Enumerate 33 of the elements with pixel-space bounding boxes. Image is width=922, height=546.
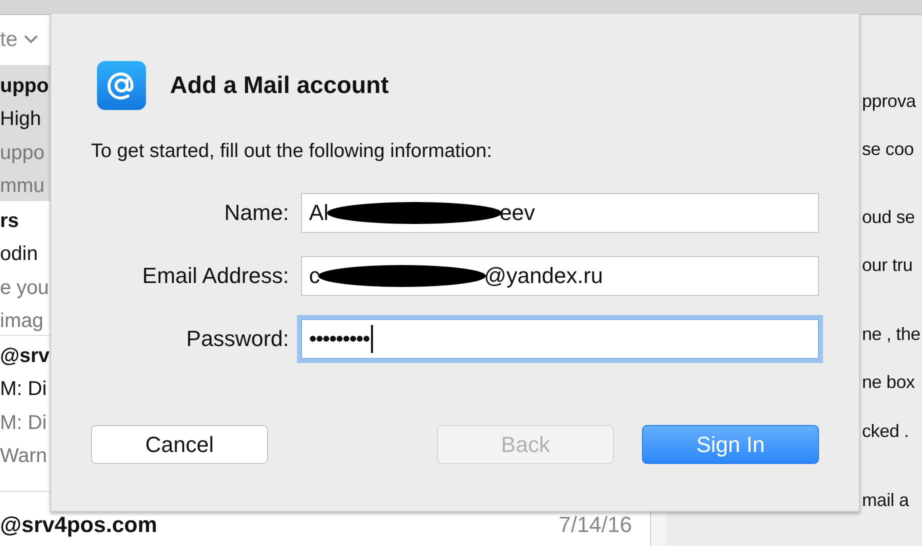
message-body-text: ne , the xyxy=(862,323,920,346)
message-preview: M: Di xyxy=(0,410,47,436)
message-preview: mmu xyxy=(0,174,44,200)
input-field[interactable]: Al eev xyxy=(301,193,819,233)
message-body-text: oud se xyxy=(862,206,915,229)
message-sender: uppo xyxy=(0,74,49,99)
message-subject: High xyxy=(0,107,42,132)
field-label: Password: xyxy=(185,326,289,352)
message-body-text: cked . xyxy=(862,420,909,443)
instruction-text: To get started, fill out the following information: xyxy=(91,140,494,163)
message-body-text: ne box xyxy=(862,371,915,394)
message-date: 7/14/16 xyxy=(558,511,632,540)
dialog-title: Add a Mail account xyxy=(170,72,389,100)
message-sender: @srv xyxy=(0,344,50,369)
message-body-text: mail a xyxy=(862,489,909,512)
message-sender: rs xyxy=(0,208,19,234)
message-preview: e you xyxy=(0,276,49,301)
at-sign-icon xyxy=(97,61,146,110)
message-body-text: pprova xyxy=(862,90,916,113)
chevron-down-icon[interactable] xyxy=(24,35,38,44)
message-body-text: se coo xyxy=(862,138,914,161)
cancel-button[interactable]: Cancel xyxy=(91,425,268,464)
sort-menu[interactable]: te xyxy=(0,28,18,52)
message-preview: imag xyxy=(0,309,44,334)
message-subject: odin xyxy=(0,242,38,268)
message-preview: uppo xyxy=(0,140,44,166)
field-label: Name: xyxy=(223,200,289,226)
message-preview: Warn xyxy=(0,444,48,470)
message-body-text: our tru xyxy=(862,254,913,277)
input-field[interactable]: c @yandex.ru xyxy=(301,256,819,296)
message-sender: @srv4pos.com xyxy=(0,511,158,540)
message-subject: M: Di xyxy=(0,377,47,402)
field-label: Email Address: xyxy=(141,263,289,289)
